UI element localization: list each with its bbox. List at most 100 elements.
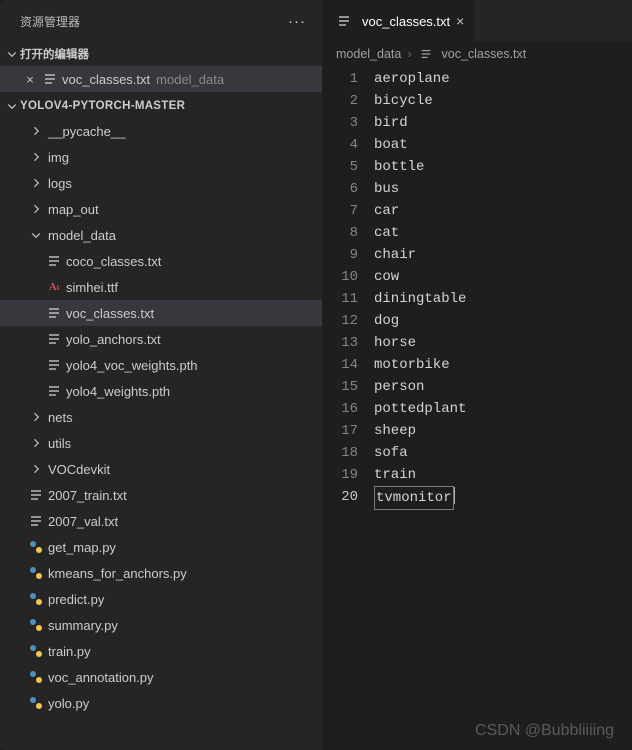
line-number: 2	[322, 90, 374, 112]
code-line[interactable]: 11diningtable	[322, 288, 632, 310]
code-line[interactable]: 5bottle	[322, 156, 632, 178]
more-icon[interactable]: ···	[288, 13, 306, 30]
line-number: 5	[322, 156, 374, 178]
python-icon	[26, 615, 46, 635]
code-line[interactable]: 4boat	[322, 134, 632, 156]
code-text: cow	[374, 266, 399, 288]
file-name: coco_classes.txt	[66, 254, 161, 269]
code-line[interactable]: 15person	[322, 376, 632, 398]
open-editor-dir: model_data	[156, 72, 224, 87]
line-number: 20	[322, 486, 374, 510]
code-text: pottedplant	[374, 398, 466, 420]
file-item[interactable]: yolo_anchors.txt	[0, 326, 322, 352]
font-icon: At	[44, 277, 64, 297]
folder-item[interactable]: logs	[0, 170, 322, 196]
file-item[interactable]: yolo4_weights.pth	[0, 378, 322, 404]
file-item[interactable]: Atsimhei.ttf	[0, 274, 322, 300]
code-line[interactable]: 7car	[322, 200, 632, 222]
code-text: bird	[374, 112, 408, 134]
tab-voc-classes[interactable]: voc_classes.txt ×	[322, 0, 475, 42]
code-line[interactable]: 6bus	[322, 178, 632, 200]
folder-item[interactable]: nets	[0, 404, 322, 430]
chevron-right-icon	[26, 147, 46, 167]
open-editor-name: voc_classes.txt	[62, 72, 150, 87]
file-name: get_map.py	[48, 540, 116, 555]
file-text-icon	[44, 303, 64, 323]
file-item[interactable]: coco_classes.txt	[0, 248, 322, 274]
code-text: sofa	[374, 442, 408, 464]
folder-item[interactable]: utils	[0, 430, 322, 456]
line-number: 17	[322, 420, 374, 442]
breadcrumb-file[interactable]: voc_classes.txt	[442, 47, 527, 61]
line-number: 12	[322, 310, 374, 332]
file-item[interactable]: voc_annotation.py	[0, 664, 322, 690]
file-item[interactable]: kmeans_for_anchors.py	[0, 560, 322, 586]
code-line[interactable]: 17sheep	[322, 420, 632, 442]
close-icon[interactable]: ×	[20, 72, 40, 87]
file-text-icon	[44, 381, 64, 401]
code-line[interactable]: 10cow	[322, 266, 632, 288]
line-number: 6	[322, 178, 374, 200]
code-line[interactable]: 20tvmonitor	[322, 486, 632, 510]
code-text: diningtable	[374, 288, 466, 310]
code-line[interactable]: 9chair	[322, 244, 632, 266]
open-editor-item[interactable]: × voc_classes.txt model_data	[0, 66, 322, 92]
line-number: 9	[322, 244, 374, 266]
code-line[interactable]: 19train	[322, 464, 632, 486]
file-item[interactable]: predict.py	[0, 586, 322, 612]
code-text: bus	[374, 178, 399, 200]
close-icon[interactable]: ×	[456, 13, 464, 29]
line-number: 8	[322, 222, 374, 244]
code-line[interactable]: 12dog	[322, 310, 632, 332]
code-text: person	[374, 376, 424, 398]
code-line[interactable]: 13horse	[322, 332, 632, 354]
breadcrumb-folder[interactable]: model_data	[336, 47, 401, 61]
code-text: boat	[374, 134, 408, 156]
python-icon	[26, 693, 46, 713]
python-icon	[26, 589, 46, 609]
file-name: predict.py	[48, 592, 104, 607]
file-item[interactable]: summary.py	[0, 612, 322, 638]
file-item[interactable]: 2007_val.txt	[0, 508, 322, 534]
folder-item[interactable]: VOCdevkit	[0, 456, 322, 482]
line-number: 15	[322, 376, 374, 398]
code-line[interactable]: 1aeroplane	[322, 68, 632, 90]
code-text: sheep	[374, 420, 416, 442]
editor-panel: voc_classes.txt × model_data › voc_class…	[322, 0, 632, 750]
file-name: yolo_anchors.txt	[66, 332, 161, 347]
file-name: summary.py	[48, 618, 118, 633]
code-line[interactable]: 3bird	[322, 112, 632, 134]
file-item[interactable]: get_map.py	[0, 534, 322, 560]
folder-item[interactable]: map_out	[0, 196, 322, 222]
code-line[interactable]: 8cat	[322, 222, 632, 244]
python-icon	[26, 537, 46, 557]
folder-item[interactable]: __pycache__	[0, 118, 322, 144]
file-name: yolo.py	[48, 696, 89, 711]
code-text: bottle	[374, 156, 424, 178]
file-item[interactable]: 2007_train.txt	[0, 482, 322, 508]
file-item[interactable]: train.py	[0, 638, 322, 664]
project-name: YOLOV4-PYTORCH-MASTER	[20, 100, 185, 112]
project-header[interactable]: YOLOV4-PYTORCH-MASTER	[0, 94, 322, 118]
open-editors-header[interactable]: 打开的编辑器	[0, 42, 322, 66]
breadcrumb[interactable]: model_data › voc_classes.txt	[322, 42, 632, 66]
folder-name: nets	[48, 410, 73, 425]
folder-name: VOCdevkit	[48, 462, 110, 477]
file-item[interactable]: yolo4_voc_weights.pth	[0, 352, 322, 378]
code-text: horse	[374, 332, 416, 354]
folder-item[interactable]: img	[0, 144, 322, 170]
chevron-right-icon	[26, 433, 46, 453]
code-line[interactable]: 2bicycle	[322, 90, 632, 112]
explorer-title: 资源管理器	[20, 13, 80, 30]
code-line[interactable]: 14motorbike	[322, 354, 632, 376]
code-line[interactable]: 16pottedplant	[322, 398, 632, 420]
code-area[interactable]: 1aeroplane2bicycle3bird4boat5bottle6bus7…	[322, 66, 632, 510]
file-text-icon	[26, 485, 46, 505]
code-line[interactable]: 18sofa	[322, 442, 632, 464]
folder-name: img	[48, 150, 69, 165]
file-text-icon	[334, 11, 354, 31]
file-item[interactable]: yolo.py	[0, 690, 322, 716]
chevron-right-icon: ›	[407, 47, 411, 61]
file-item[interactable]: voc_classes.txt	[0, 300, 322, 326]
folder-item[interactable]: model_data	[0, 222, 322, 248]
